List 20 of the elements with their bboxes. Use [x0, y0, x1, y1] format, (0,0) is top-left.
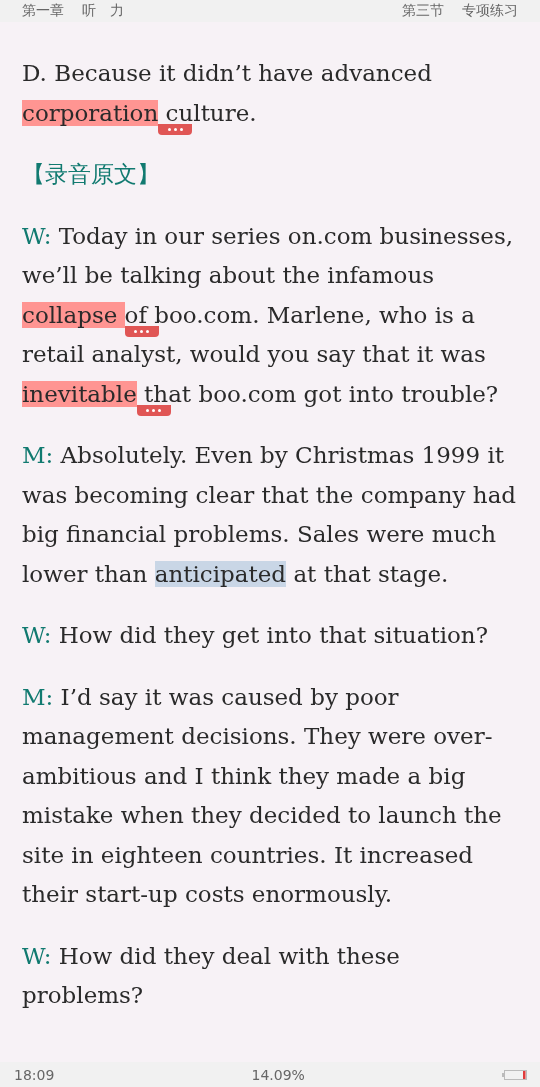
paragraph: M: Absolutely. Even by Christmas 1999 it was becoming clear that the company had big financial problems. Sales were much lower than anticipated at that stage. — [22, 441, 518, 589]
section-label: 第三节 — [402, 2, 444, 20]
paragraph: W: How did they get into that situation? — [22, 621, 489, 650]
note-marker-icon[interactable] — [124, 325, 159, 337]
selected-word: anticipated — [154, 560, 287, 587]
clock-time: 18:09 — [14, 1066, 55, 1083]
section-title: 专项练习 — [462, 2, 518, 20]
paragraph: D. Because it didn’t have advanced corporation culture. — [22, 54, 518, 133]
note-marker-icon[interactable] — [136, 404, 171, 416]
paragraph: W: Today in our series on.com businesses, we’ll be talking about the infamous collapse of boo.com. Marlene, who is a retail analyst, would you say that it was inevitable that boo.com got into trouble? — [22, 216, 518, 414]
section-heading: 【录音原文】 — [22, 160, 161, 189]
chapter-title: 听 力 — [82, 2, 124, 20]
highlighted-word[interactable]: corporation — [22, 99, 159, 126]
battery-icon — [502, 1068, 528, 1081]
highlighted-word[interactable]: inevitable — [22, 380, 137, 407]
chapter-label: 第一章 — [22, 2, 64, 20]
paragraph: M: I’d say it was caused by poor management decisions. They were over-ambitious and I think they made a big mistake when they decided to launch the site in eighteen countries. It increased their start-up costs enormously. — [22, 682, 503, 909]
note-marker-icon[interactable] — [158, 123, 193, 135]
highlighted-word[interactable]: collapse — [22, 301, 125, 328]
paragraph: W: How did they deal with these problems? — [22, 941, 401, 1010]
